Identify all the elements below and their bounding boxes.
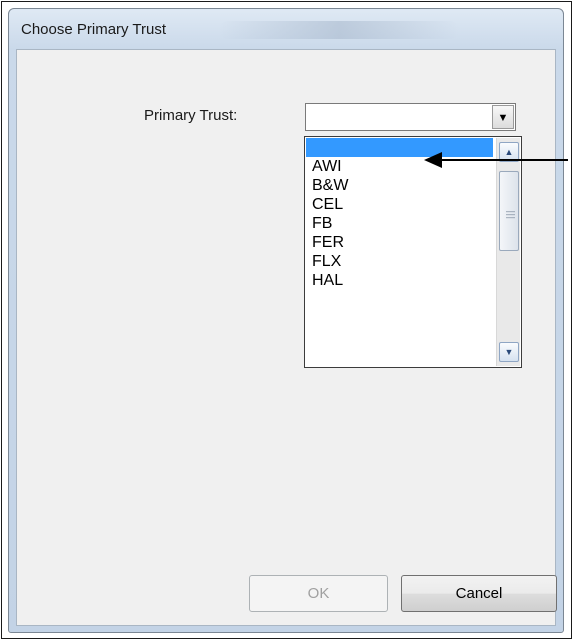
cancel-button[interactable]: Cancel [401,575,557,612]
list-item[interactable]: B&W [306,176,493,195]
primary-trust-combobox[interactable]: ▼ [305,103,516,131]
annotation-arrow-line [440,159,568,161]
combo-dropdown-button[interactable]: ▼ [492,105,514,129]
scroll-down-icon[interactable]: ▼ [499,342,519,362]
list-item[interactable]: FLX [306,252,493,271]
list-item[interactable]: CEL [306,195,493,214]
annotation-arrow-icon [424,152,442,168]
primary-trust-label: Primary Trust: [144,107,238,124]
list-item[interactable]: FB [306,214,493,233]
primary-trust-dropdown-list[interactable]: AWI B&W CEL FB FER FLX HAL ▲ — — — ▼ [304,136,522,368]
chevron-down-icon: ▼ [497,112,509,124]
list-item[interactable]: HAL [306,271,493,290]
dialog-window: Choose Primary Trust Primary Trust: ▼ AW… [8,8,564,633]
list-item[interactable]: FER [306,233,493,252]
dropdown-scrollbar[interactable]: ▲ — — — ▼ [496,138,520,366]
title-bar[interactable]: Choose Primary Trust [9,9,563,49]
title-bar-blur [219,21,459,39]
scrollbar-thumb[interactable]: — — — [499,171,519,251]
ok-button[interactable]: OK [249,575,388,612]
dialog-client-area: Primary Trust: ▼ AWI B&W CEL FB FER FLX … [16,49,557,626]
screenshot-frame: Choose Primary Trust Primary Trust: ▼ AW… [1,1,572,639]
dialog-title: Choose Primary Trust [21,21,167,38]
list-item[interactable] [306,138,493,157]
thumb-grip-icon: — — — [506,206,515,222]
